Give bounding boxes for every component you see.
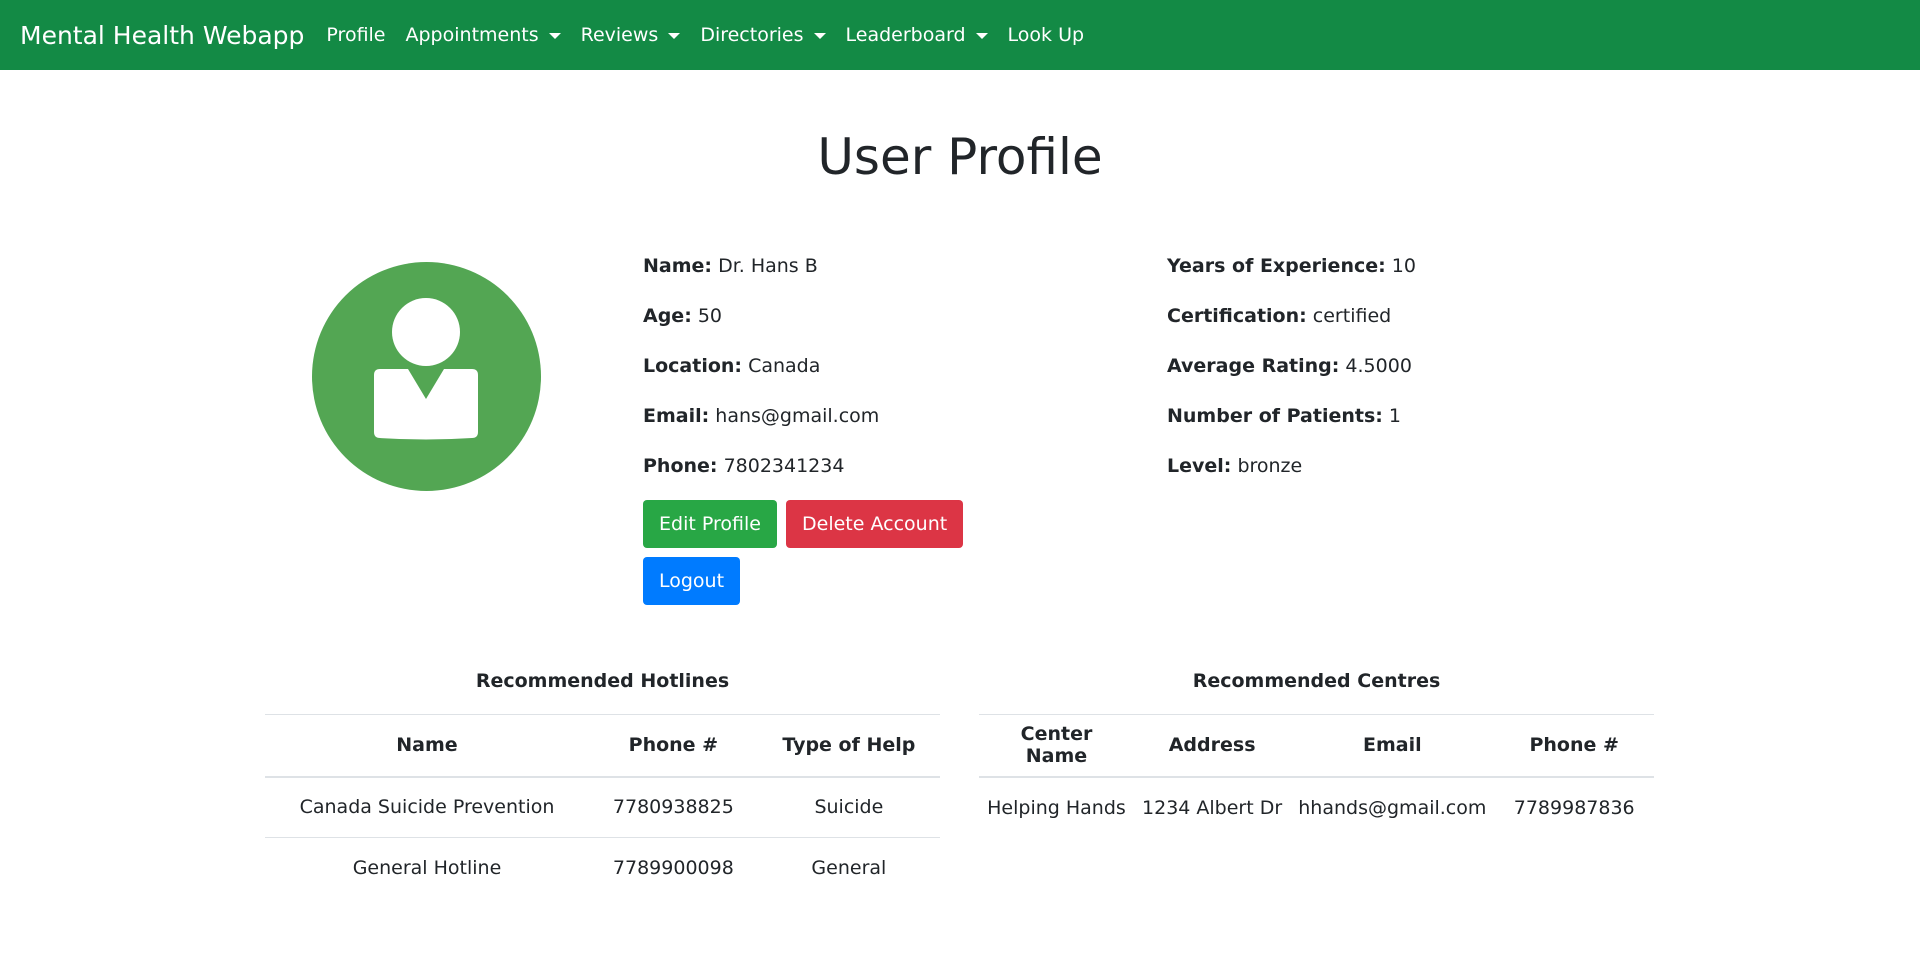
table-cell: 7789900098 — [612, 857, 734, 880]
column-header: Address — [1133, 714, 1291, 778]
table-row: Helping Hands 1234 Albert Dr hhands@gmai… — [979, 777, 1654, 838]
profile-age-row: Age: 50 — [643, 302, 879, 352]
table-cell: General Hotline — [352, 857, 502, 880]
delete-account-button[interactable]: Delete Account — [786, 500, 964, 548]
rating-value: 4.5000 — [1345, 355, 1412, 377]
table-cell: Suicide — [757, 776, 940, 838]
column-header: Center Name — [979, 714, 1134, 778]
profile-info-left: Name: Dr. Hans B Age: 50 Location: Canad… — [643, 252, 879, 502]
nav-appointments-label: Appointments — [405, 24, 539, 46]
table-row: General Hotline 7789900098 General — [265, 838, 940, 899]
column-header: Email — [1290, 714, 1495, 778]
profile-phone-row: Phone: 7802341234 — [643, 452, 879, 502]
brand-link[interactable]: Mental Health Webapp — [20, 21, 304, 50]
profile-location-row: Location: Canada — [643, 352, 879, 402]
patients-value: 1 — [1388, 405, 1402, 427]
nav-reviews-label: Reviews — [580, 24, 659, 46]
logout-button[interactable]: Logout — [643, 557, 741, 605]
nav-profile[interactable]: Profile — [316, 24, 395, 46]
table-cell: 7789987836 — [1513, 796, 1635, 819]
email-label: Email: — [643, 405, 710, 427]
phone-label: Phone: — [643, 455, 718, 477]
profile-rating-row: Average Rating: 4.5000 — [1167, 352, 1416, 402]
nav-directories-dropdown[interactable]: Directories — [690, 24, 835, 46]
column-header: Type of Help — [757, 714, 940, 778]
nav-lookup-label: Look Up — [1007, 24, 1085, 46]
hotlines-section: Recommended Hotlines Name Phone # Type o… — [265, 664, 940, 899]
name-label: Name: — [643, 255, 713, 277]
location-value: Canada — [748, 355, 821, 377]
level-label: Level: — [1167, 455, 1232, 477]
experience-label: Years of Experience: — [1167, 255, 1386, 277]
table-row: Canada Suicide Prevention 7780938825 Sui… — [265, 776, 940, 838]
profile-level-row: Level: bronze — [1167, 452, 1416, 502]
profile-experience-row: Years of Experience: 10 — [1167, 252, 1416, 302]
name-value: Dr. Hans B — [718, 255, 818, 277]
nav-leaderboard-label: Leaderboard — [845, 24, 966, 46]
certification-value: certified — [1312, 305, 1392, 327]
certification-label: Certification: — [1167, 305, 1307, 327]
rating-label: Average Rating: — [1167, 355, 1340, 377]
centres-title: Recommended Centres — [1192, 670, 1441, 692]
edit-profile-button[interactable]: Edit Profile — [643, 500, 777, 548]
location-label: Location: — [643, 355, 743, 377]
table-cell: hhands@gmail.com — [1298, 796, 1487, 819]
column-header: Name — [265, 714, 589, 778]
profile-info-right: Years of Experience: 10 Certification: c… — [1167, 252, 1416, 502]
nav-profile-label: Profile — [326, 24, 386, 46]
nav-appointments-dropdown[interactable]: Appointments — [396, 24, 571, 46]
age-value: 50 — [697, 305, 723, 327]
level-value: bronze — [1237, 455, 1303, 477]
caret-down-icon — [548, 33, 561, 39]
table-header-row: Name Phone # Type of Help — [265, 714, 940, 778]
caret-down-icon — [813, 33, 826, 39]
centres-table: Center Name Address Email Phone # Helpin… — [979, 714, 1654, 838]
navbar: Mental Health Webapp Profile Appointment… — [0, 0, 1920, 70]
experience-value: 10 — [1391, 255, 1416, 277]
nav-leaderboard-dropdown[interactable]: Leaderboard — [836, 24, 998, 46]
caret-down-icon — [668, 33, 681, 39]
profile-name-row: Name: Dr. Hans B — [643, 252, 879, 302]
profile-certification-row: Certification: certified — [1167, 302, 1416, 352]
table-cell: Canada Suicide Prevention — [265, 776, 589, 838]
column-header: Phone # — [1494, 714, 1654, 778]
user-avatar-icon — [312, 262, 541, 491]
table-cell: 1234 Albert Dr — [1142, 796, 1283, 819]
table-cell: Helping Hands — [987, 796, 1126, 819]
patients-label: Number of Patients: — [1167, 405, 1383, 427]
centres-section: Recommended Centres Center Name Address … — [979, 664, 1654, 838]
nav-lookup[interactable]: Look Up — [998, 24, 1095, 46]
page-title: User Profile — [817, 128, 1103, 186]
table-cell: 7780938825 — [589, 776, 758, 838]
table-header-row: Center Name Address Email Phone # — [979, 714, 1654, 778]
hotlines-table: Name Phone # Type of Help Canada Suicide… — [265, 714, 940, 899]
email-value: hans@gmail.com — [715, 405, 880, 427]
hotlines-title: Recommended Hotlines — [475, 670, 730, 692]
profile-patients-row: Number of Patients: 1 — [1167, 402, 1416, 452]
profile-email-row: Email: hans@gmail.com — [643, 402, 879, 452]
caret-down-icon — [975, 33, 988, 39]
nav-directories-label: Directories — [700, 24, 804, 46]
nav-reviews-dropdown[interactable]: Reviews — [571, 24, 691, 46]
column-header: Phone # — [589, 714, 758, 778]
table-cell: General — [811, 857, 887, 880]
age-label: Age: — [643, 305, 692, 327]
phone-value: 7802341234 — [723, 455, 845, 477]
